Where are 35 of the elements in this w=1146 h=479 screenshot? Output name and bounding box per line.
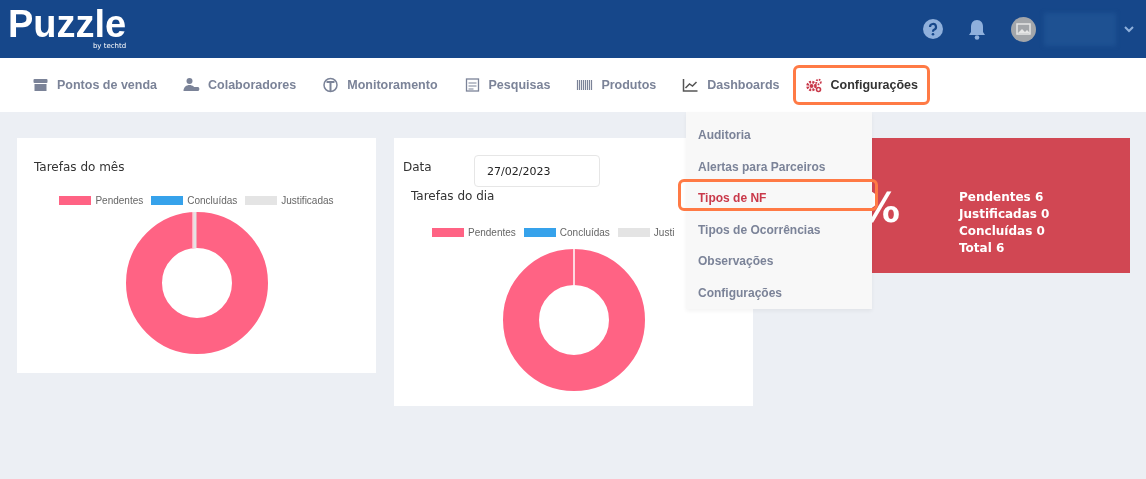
barcode-icon <box>576 77 594 93</box>
chart-title: Tarefas do mês <box>34 159 125 176</box>
user-icon <box>183 77 201 93</box>
settings-icon <box>805 77 823 93</box>
legend-label: Pendentes <box>468 226 516 240</box>
nav-tab[interactable]: Colaboradores <box>171 64 309 106</box>
nav-tab[interactable]: Configurações <box>793 64 930 106</box>
legend-label: Concluídas <box>559 226 610 240</box>
nav-tab[interactable]: Dashboards <box>670 64 792 106</box>
legend-label: Concluídas <box>187 194 238 208</box>
legend-label: Pendentes <box>95 194 144 208</box>
legend-label: Justi <box>653 226 675 240</box>
nav-tab[interactable]: Pesquisas <box>451 64 563 106</box>
store-icon <box>32 77 49 93</box>
help-icon[interactable] <box>923 19 943 39</box>
legend-label: Justificadas <box>281 194 334 208</box>
summary-line: Justificadas 0 <box>959 206 1050 223</box>
nav-tab[interactable]: Pontos de venda <box>20 64 170 106</box>
summary-line: Concluídas 0 <box>959 223 1046 240</box>
dropdown-item[interactable]: Alertas para Parceiros <box>678 147 878 179</box>
avatar-placeholder-icon[interactable] <box>1011 16 1036 42</box>
dropdown-item[interactable]: Observações <box>678 242 878 274</box>
dropdown-item[interactable]: Auditoria <box>678 116 878 148</box>
date-input-field[interactable]: 27/02/2023 <box>474 155 600 187</box>
notification-bell-icon[interactable] <box>967 18 987 40</box>
dropdown-item[interactable]: Configurações <box>678 273 878 305</box>
logo-wordmark: Puzzle <box>8 4 127 43</box>
nav-tab[interactable]: Produtos <box>564 64 669 106</box>
summary-line: Total 6 <box>959 240 1006 257</box>
chevron-down-icon[interactable] <box>1124 25 1134 33</box>
nav-tab[interactable]: Monitoramento <box>310 64 450 106</box>
chart-title: Tarefas do dia <box>411 188 495 205</box>
summary-line: Pendentes 6 <box>959 189 1045 206</box>
date-label: Data <box>403 159 433 176</box>
line-chart-icon <box>682 77 700 93</box>
